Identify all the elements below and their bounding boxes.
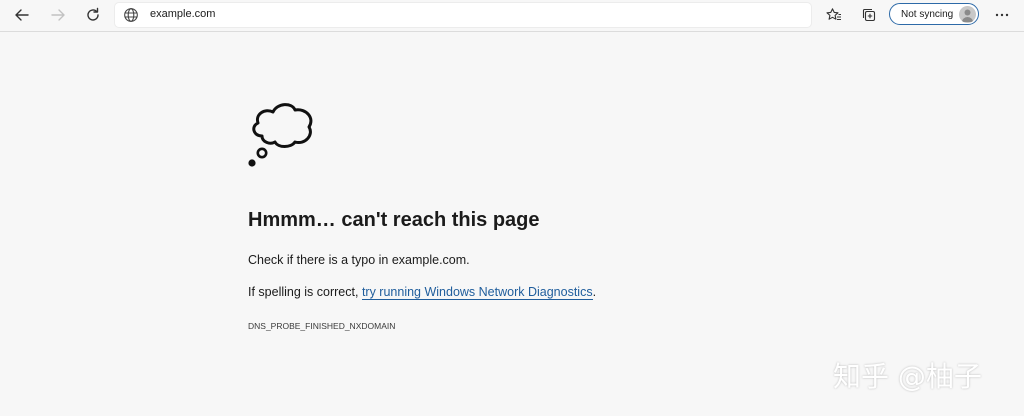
sync-status-label: Not syncing: [901, 9, 954, 20]
error-code: DNS_PROBE_FINISHED_NXDOMAIN: [248, 321, 396, 331]
diagnostics-hint: If spelling is correct, try running Wind…: [248, 285, 597, 300]
watermark: 知乎 @柚子: [833, 360, 982, 393]
back-button[interactable]: [9, 3, 35, 27]
avatar: [959, 5, 976, 23]
address-bar[interactable]: example.com: [115, 3, 811, 27]
globe-icon: [124, 8, 138, 22]
person-icon: [962, 9, 973, 22]
typo-hint: Check if there is a typo in example.com.: [248, 253, 470, 267]
back-arrow-icon: [15, 9, 29, 21]
forward-button[interactable]: [45, 3, 71, 27]
error-headline: Hmmm… can't reach this page: [248, 209, 540, 231]
address-url: example.com: [150, 8, 216, 20]
refresh-button[interactable]: [80, 3, 106, 27]
browser-toolbar: example.com Not syncing: [0, 0, 1024, 32]
collections-button[interactable]: [856, 3, 882, 27]
more-options-button[interactable]: [989, 3, 1015, 27]
collections-icon: [862, 8, 876, 22]
diagnostics-suffix: .: [592, 285, 597, 299]
diagnostics-prefix: If spelling is correct,: [248, 285, 362, 299]
forward-arrow-icon: [51, 9, 65, 21]
thought-cloud-icon: [248, 103, 313, 167]
favorites-star-icon: [826, 8, 841, 21]
diagnostics-link[interactable]: try running Windows Network Diagnostics: [361, 285, 593, 300]
more-dots-icon: [995, 13, 1009, 17]
refresh-icon: [87, 7, 99, 21]
profile-sync-button[interactable]: Not syncing: [889, 3, 979, 25]
favorites-button[interactable]: [821, 3, 847, 27]
